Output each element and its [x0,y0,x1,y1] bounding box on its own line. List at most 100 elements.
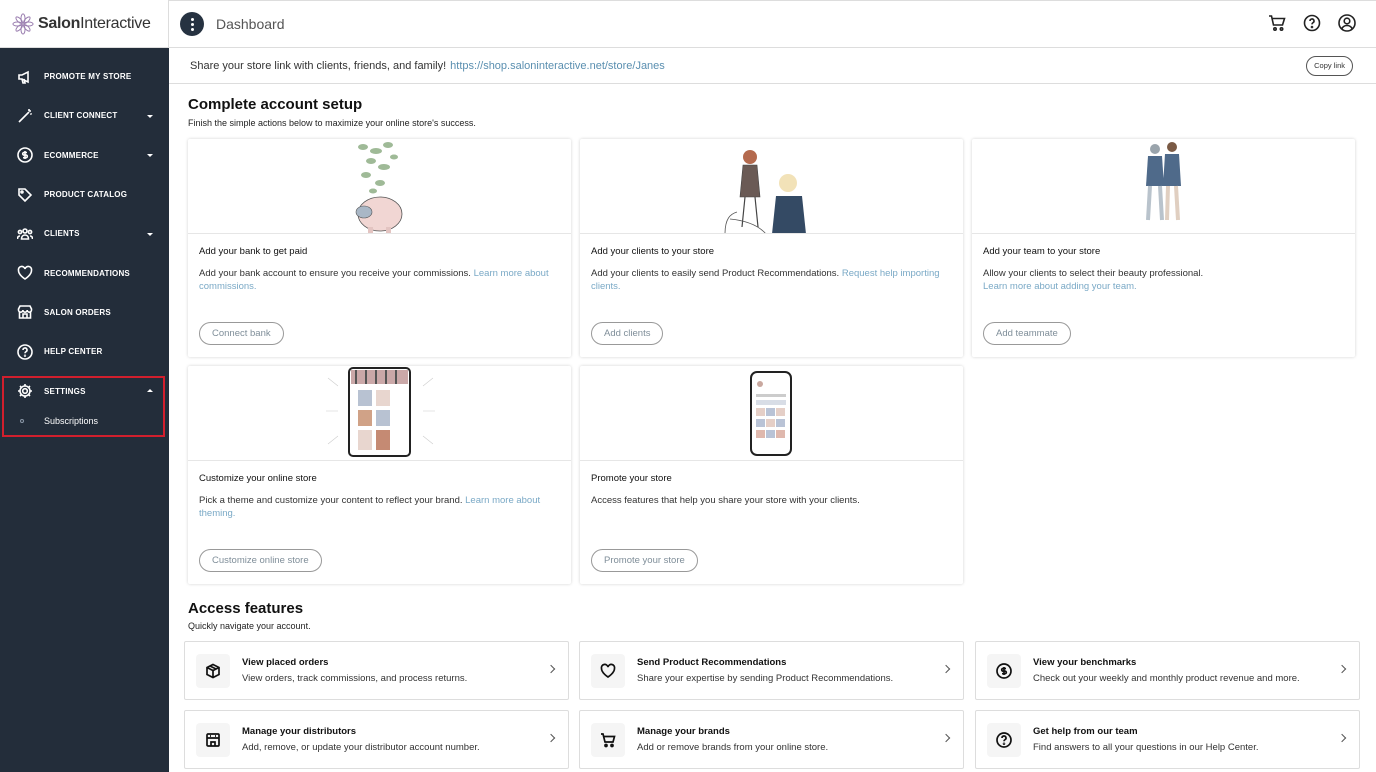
sidebar-item-label: PRODUCT CATALOG [44,190,128,200]
card-title: Promote your store [591,473,672,484]
setup-card-bank: Add your bank to get paid Add your bank … [188,139,571,357]
sidebar-item-recommendations[interactable]: RECOMMENDATIONS [0,253,169,292]
chevron-down-icon[interactable] [147,154,153,158]
sidebar-item-promote-my-store[interactable]: PROMOTE MY STORE [0,57,169,96]
sidebar-item-label: RECOMMENDATIONS [44,268,130,278]
feature-title: Manage your distributors [242,726,357,737]
share-text: Share your store link with clients, frie… [190,59,447,72]
card-description: Add your bank account to ensure you rece… [199,268,549,292]
customize-online-store-button[interactable]: Customize online store [199,549,322,572]
help-icon [987,722,1021,757]
chevron-down-icon[interactable] [147,114,153,118]
chevron-right-icon [546,664,556,674]
card-description: Allow your clients to select their beaut… [983,268,1204,292]
stylist-illustration [580,139,963,234]
sidebar-item-help-center[interactable]: HELP CENTER [0,332,169,371]
wand-icon [17,108,33,124]
feature-title: Get help from our team [1033,726,1138,737]
team-illustration [972,139,1355,234]
sidebar-item-clients[interactable]: CLIENTS [0,214,169,253]
sidebar-item-label: CLIENT CONNECT [44,111,118,121]
dollar-icon [987,653,1021,688]
copy-link-button[interactable]: Copy link [1306,56,1353,76]
sidebar-item-ecommerce[interactable]: ECOMMERCE [0,136,169,175]
sidebar-item-client-connect[interactable]: CLIENT CONNECT [0,96,169,135]
features-subtitle: Quickly navigate your account. [188,621,311,631]
chevron-right-icon [941,733,951,743]
top-header: Dashboard [169,0,1376,48]
heart-icon [17,265,33,281]
cart-icon[interactable] [1268,14,1286,32]
sidebar-item-label: ECOMMERCE [44,150,99,160]
dollar-icon [17,147,33,164]
feature-title: View your benchmarks [1033,657,1137,668]
sidebar-item-label: SALON ORDERS [44,307,111,317]
store-link[interactable]: https://shop.saloninteractive.net/store/… [450,60,665,72]
setup-card-clients: Add your clients to your store Add your … [580,139,963,357]
logo[interactable]: SalonInteractive [0,0,169,48]
feature-title: View placed orders [242,657,329,668]
building-icon [196,722,230,757]
account-icon[interactable] [1338,14,1356,32]
piggy-bank-illustration [188,139,571,234]
setup-card-customize: Customize your online store Pick a theme… [188,366,571,584]
sidebar-item-label: CLIENTS [44,229,80,239]
box-icon [196,653,230,688]
features-title: Access features [188,600,304,617]
chevron-right-icon [1337,733,1347,743]
tag-icon [17,187,33,203]
learn-more-link[interactable]: Learn more about adding your team. [983,281,1137,292]
highlight-box [2,376,165,437]
chevron-right-icon [546,733,556,743]
card-title: Customize your online store [199,473,317,484]
promote-your-store-button[interactable]: Promote your store [591,549,698,572]
chevron-right-icon [941,664,951,674]
feature-view-benchmarks[interactable]: View your benchmarks Check out your weekl… [975,641,1360,700]
add-clients-button[interactable]: Add clients [591,322,664,345]
stylist-icon [724,150,806,233]
phone-icon [750,371,792,456]
sidebar-item-label: HELP CENTER [44,347,103,357]
feature-title: Manage your brands [637,726,730,737]
card-title: Add your bank to get paid [199,246,308,257]
flower-logo-icon [12,12,34,35]
card-description: Pick a theme and customize your content … [199,495,541,519]
setup-card-team: Add your team to your store Allow your c… [972,139,1355,357]
card-description: Add your clients to easily send Product … [591,268,940,292]
cart-icon [591,722,625,757]
card-title: Add your clients to your store [591,246,715,257]
feature-send-recommendations[interactable]: Send Product Recommendations Share your e… [579,641,964,700]
heart-icon [591,653,625,688]
help-icon [17,343,33,360]
tablet-store-icon [326,367,435,457]
feature-title: Send Product Recommendations [637,657,787,668]
feature-description: Add, remove, or update your distributor … [242,742,480,753]
share-bar: Share your store link with clients, frie… [169,48,1376,84]
team-icon [1146,142,1181,221]
feature-description: Share your expertise by sending Product … [637,673,894,684]
sidebar-item-salon-orders[interactable]: SALON ORDERS [0,293,169,332]
feature-description: Find answers to all your questions in ou… [1033,742,1259,753]
connect-bank-button[interactable]: Connect bank [199,322,284,345]
feature-description: Add or remove brands from your online st… [637,742,829,753]
sidebar-nav: PROMOTE MY STORE CLIENT CONNECT ECOMMERC… [0,48,169,411]
setup-title: Complete account setup [188,96,363,113]
help-icon[interactable] [1303,14,1321,32]
setup-subtitle: Finish the simple actions below to maxim… [188,118,476,128]
more-menu-button[interactable] [180,12,204,36]
megaphone-icon [17,69,33,85]
feature-get-help[interactable]: Get help from our team Find answers to al… [975,710,1360,769]
feature-manage-brands[interactable]: Manage your brands Add or remove brands f… [579,710,964,769]
chevron-down-icon[interactable] [147,232,153,236]
card-title: Add your team to your store [983,246,1101,257]
add-teammate-button[interactable]: Add teammate [983,322,1071,345]
feature-manage-distributors[interactable]: Manage your distributors Add, remove, or … [184,710,569,769]
feature-view-placed-orders[interactable]: View placed orders View orders, track com… [184,641,569,700]
sidebar-item-product-catalog[interactable]: PRODUCT CATALOG [0,175,169,214]
phone-illustration [580,366,963,461]
store-icon [17,304,33,320]
card-description: Access features that help you share your… [591,495,860,506]
setup-card-promote: Promote your store Access features that … [580,366,963,584]
chevron-right-icon [1337,664,1347,674]
feature-description: Check out your weekly and monthly produc… [1033,673,1300,684]
